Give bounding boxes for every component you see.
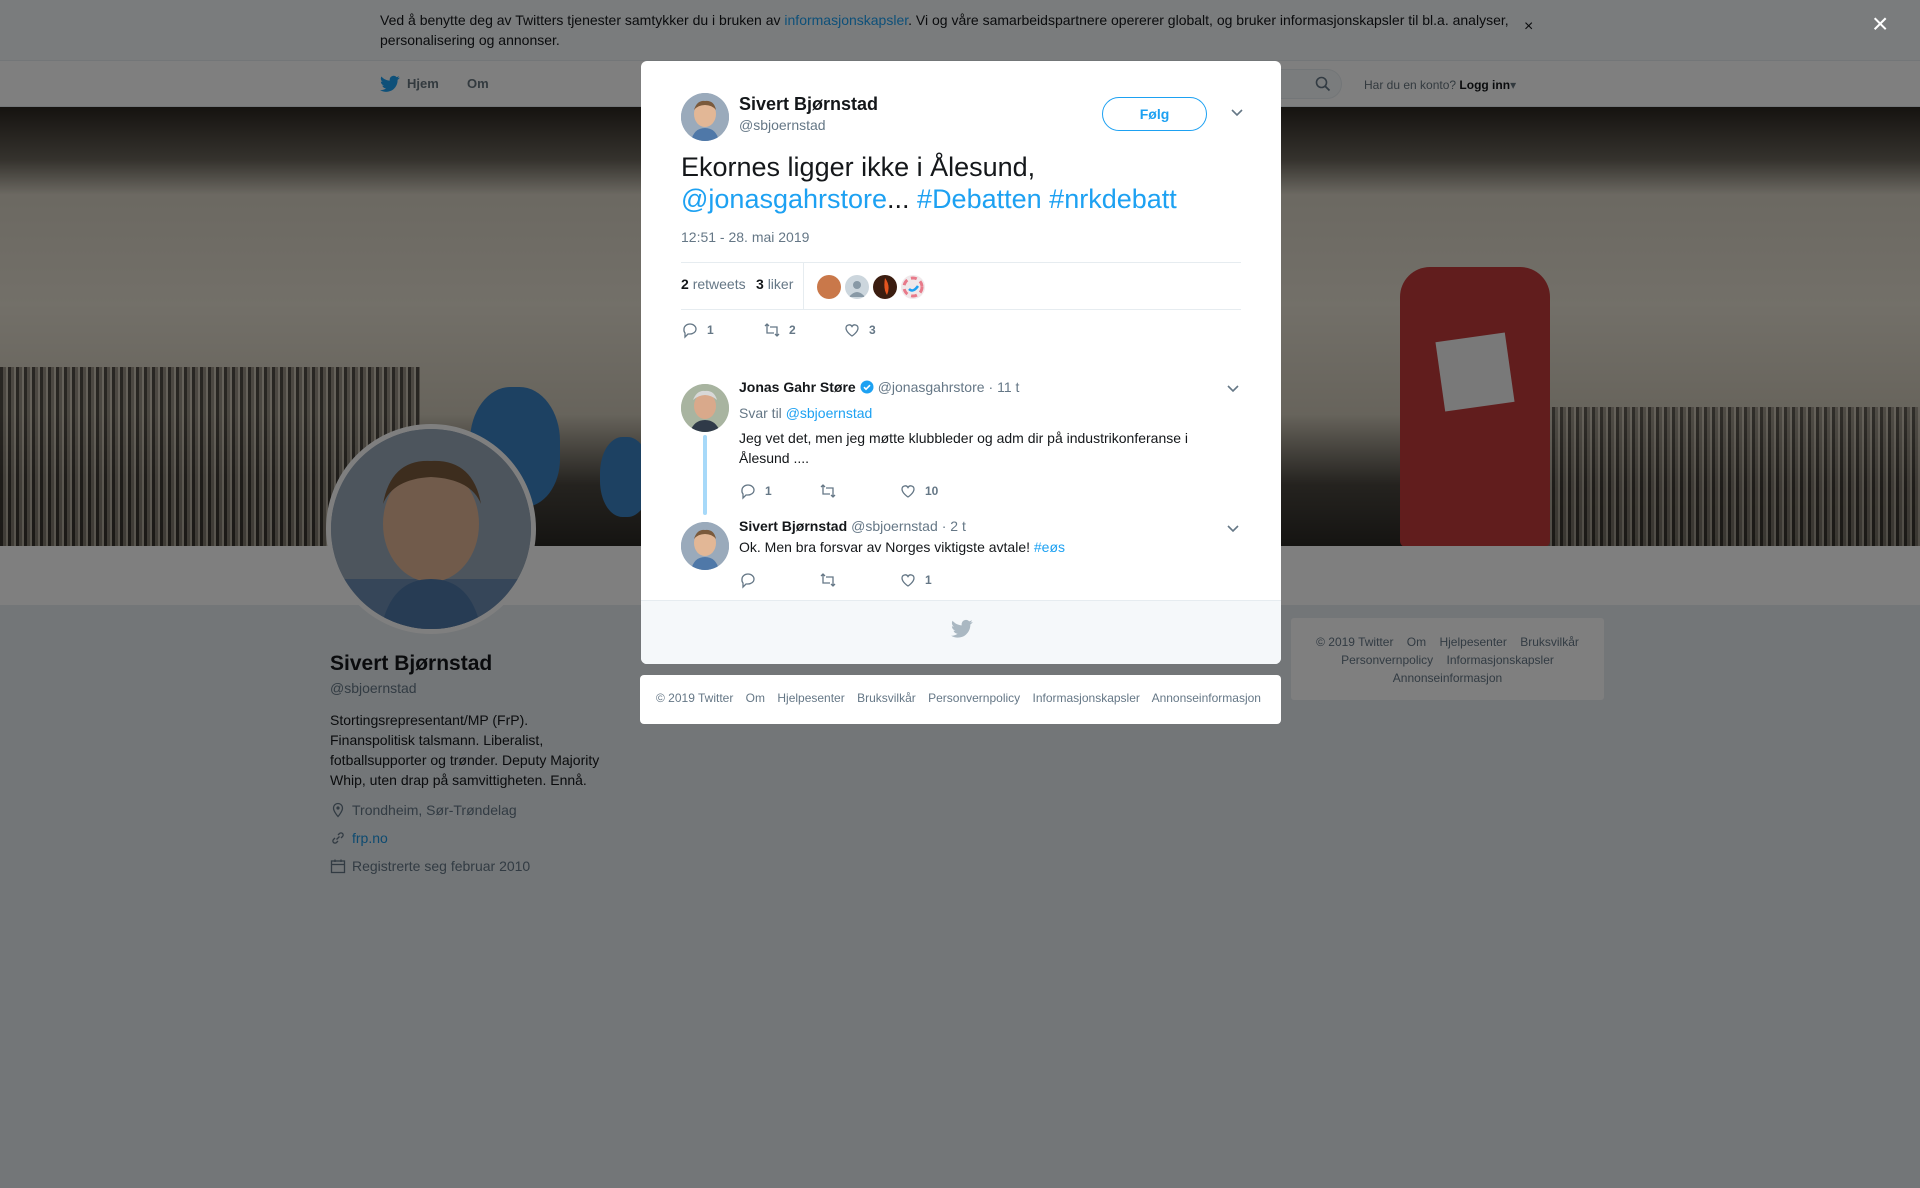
footer-link[interactable]: Annonseinformasjon <box>1152 691 1261 705</box>
reply-icon <box>741 484 755 500</box>
footer-link[interactable]: Informasjonskapsler <box>1033 691 1140 705</box>
footer-link[interactable]: Hjelpesenter <box>777 691 844 705</box>
author-avatar[interactable] <box>681 93 729 141</box>
twitter-bird-icon <box>902 276 924 298</box>
reply-author-handle[interactable]: @jonasgahrstore <box>878 379 985 395</box>
tweet-modal: Sivert Bjørnstad @sbjoernstad Følg Ekorn… <box>641 61 1281 664</box>
reply-count: 1 <box>765 484 772 498</box>
like-count-action: 1 <box>925 573 932 587</box>
reply-timestamp[interactable]: · 2 t <box>942 518 966 534</box>
reply-author-name[interactable]: Jonas Gahr Støre <box>739 379 856 395</box>
hashtag-link[interactable]: #Debatten <box>917 184 1042 214</box>
reply-avatar[interactable] <box>681 522 729 570</box>
chevron-down-icon[interactable] <box>1230 108 1244 118</box>
like-icon <box>901 485 915 498</box>
reply-timestamp[interactable]: · 11 t <box>989 379 1020 395</box>
chevron-down-icon[interactable] <box>1226 384 1240 394</box>
footer-link[interactable]: Bruksvilkår <box>857 691 916 705</box>
like-icon <box>845 324 859 337</box>
hashtag-link[interactable]: #nrkdebatt <box>1049 184 1177 214</box>
reply-to: Svar til @sbjoernstad <box>739 405 872 421</box>
footer-link[interactable]: © 2019 Twitter <box>656 691 733 705</box>
footer-link[interactable]: Personvernpolicy <box>928 691 1020 705</box>
reply-button[interactable]: 1 <box>681 321 714 339</box>
author-name[interactable]: Sivert Bjørnstad <box>739 94 878 115</box>
tweet-text-plain: Ekornes ligger ikke i Ålesund, <box>681 152 1036 182</box>
retweet-count-value: 2 <box>681 276 689 292</box>
retweet-button[interactable] <box>819 482 845 500</box>
tweet-mention-link[interactable]: @jonasgahrstore <box>681 184 887 214</box>
like-button[interactable]: 1 <box>899 571 932 589</box>
reply-text-plain: Ok. Men bra forsvar av Norges viktigste … <box>739 539 1034 555</box>
footer-link[interactable]: Om <box>746 691 765 705</box>
tweet-timestamp: 12:51 - 28. mai 2019 <box>681 229 810 245</box>
tweet-text-ellipsis: ... <box>887 184 918 214</box>
like-count-value: 3 <box>756 276 764 292</box>
modal-footer <box>641 600 1281 664</box>
stats-divider <box>803 263 804 310</box>
retweet-button[interactable] <box>819 571 845 589</box>
like-button[interactable]: 3 <box>843 321 876 339</box>
retweet-icon <box>820 484 836 498</box>
reply-portrait <box>681 522 729 570</box>
reply-icon <box>683 323 697 339</box>
reply-portrait <box>681 384 729 432</box>
retweet-count-label: retweets <box>692 276 746 292</box>
flame-icon <box>884 278 889 295</box>
retweet-icon <box>820 573 836 587</box>
liker-avatar[interactable] <box>817 275 841 299</box>
chevron-down-icon[interactable] <box>1226 524 1240 534</box>
retweet-count[interactable]: 2 retweets <box>681 276 746 292</box>
thread-line <box>703 435 707 515</box>
like-count-action: 3 <box>869 323 876 337</box>
close-icon[interactable]: × <box>1872 10 1888 38</box>
reply-icon <box>741 573 755 589</box>
tweet-text: Ekornes ligger ikke i Ålesund, @jonasgah… <box>681 151 1241 215</box>
like-button[interactable]: 10 <box>899 482 938 500</box>
liker-avatar[interactable] <box>845 275 869 299</box>
follow-button[interactable]: Følg <box>1102 97 1207 131</box>
reply-count: 1 <box>707 323 714 337</box>
reply-to-link[interactable]: @sbjoernstad <box>786 405 873 421</box>
like-count[interactable]: 3 liker <box>756 276 793 292</box>
reply-author-name[interactable]: Sivert Bjørnstad <box>739 518 847 534</box>
liker-avatar[interactable] <box>873 275 897 299</box>
modal-footer-links: © 2019 Twitter Om Hjelpesenter Bruksvilk… <box>640 675 1281 724</box>
reply-author-handle[interactable]: @sbjoernstad <box>851 518 938 534</box>
like-count-label: liker <box>767 276 794 292</box>
retweet-button[interactable]: 2 <box>763 321 796 339</box>
reply-text: Jeg vet det, men jeg møtte klubbleder og… <box>739 430 1189 466</box>
author-portrait <box>681 93 729 141</box>
reply-avatar[interactable] <box>681 384 729 432</box>
retweet-count-action: 2 <box>789 323 796 337</box>
twitter-bird-icon <box>951 619 973 638</box>
reply-button[interactable] <box>739 571 765 589</box>
author-handle[interactable]: @sbjoernstad <box>739 117 826 133</box>
default-avatar-icon <box>849 281 865 297</box>
reply-to-label: Svar til <box>739 405 786 421</box>
like-count-action: 10 <box>925 484 939 498</box>
reply-header: Jonas Gahr Støre @jonasgahrstore · 11 t <box>739 379 1019 395</box>
retweet-icon <box>764 323 780 337</box>
reply-button[interactable]: 1 <box>739 482 772 500</box>
reply-header: Sivert Bjørnstad @sbjoernstad · 2 t <box>739 518 966 534</box>
like-icon <box>901 574 915 587</box>
tweet-stats: 2 retweets 3 liker <box>681 262 1241 310</box>
liker-avatar[interactable] <box>901 275 925 299</box>
reply-text: Ok. Men bra forsvar av Norges viktigste … <box>739 537 1229 557</box>
verified-icon <box>860 380 874 394</box>
hashtag-link[interactable]: #eøs <box>1034 539 1065 555</box>
